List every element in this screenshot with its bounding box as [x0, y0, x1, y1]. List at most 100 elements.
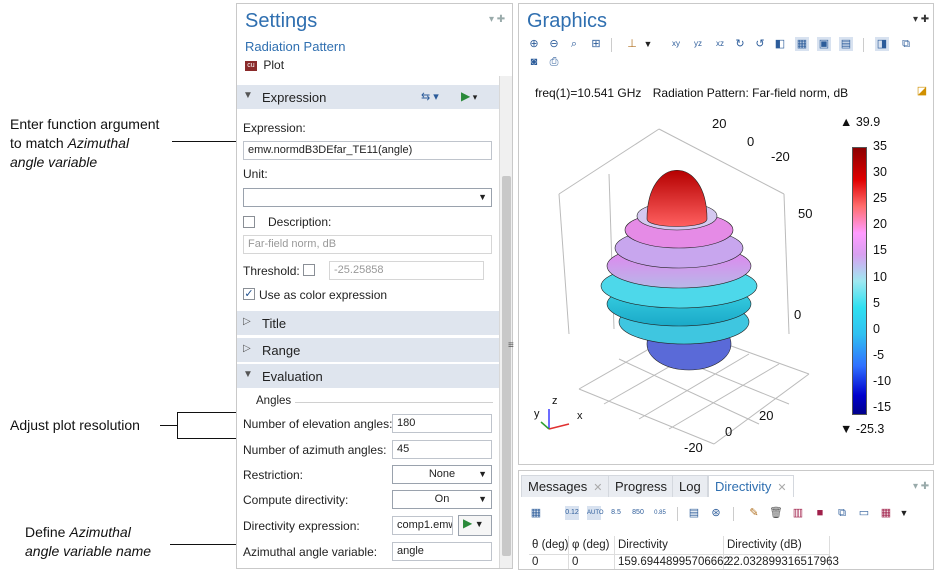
dropdown-arrow-icon: ▼	[478, 469, 487, 479]
view-xy-icon[interactable]: xy	[669, 37, 683, 51]
table-cell[interactable]: 22.032899316517963	[724, 555, 839, 569]
table-header[interactable]: θ (deg)	[529, 536, 569, 555]
azimuthal-variable-input[interactable]: angle	[392, 542, 492, 561]
tab-log[interactable]: Log	[672, 475, 708, 497]
print-icon[interactable]: ⎙	[547, 55, 561, 69]
show-grid-icon[interactable]: ◨	[875, 37, 889, 51]
zoom-out-icon[interactable]: ⊖	[547, 37, 561, 51]
description-input[interactable]: Far-field norm, dB	[243, 235, 492, 254]
annotation-line: to match Azimuthal	[10, 134, 159, 153]
description-checkbox[interactable]	[243, 216, 255, 228]
camera-icon[interactable]: ◙	[527, 55, 541, 69]
color-expression-checkbox[interactable]: ✓	[243, 288, 255, 300]
table-graph-icon[interactable]: ▦	[879, 506, 893, 520]
dropdown-arrow-icon: ▼	[478, 192, 487, 202]
zoom-extents-icon[interactable]: ⊞	[589, 37, 603, 51]
triad-z-label: z	[552, 395, 558, 407]
scientific-icon[interactable]: 8.5	[609, 506, 623, 520]
colorbar-min-label: ▼ -25.3	[840, 422, 885, 436]
stop-icon[interactable]: ■	[813, 506, 827, 520]
axis-tick: -20	[771, 149, 790, 164]
dropdown-arrow-icon: ▼	[478, 494, 487, 504]
zoom-in-icon[interactable]: ⊕	[527, 37, 541, 51]
engineering-icon[interactable]: 850	[631, 506, 645, 520]
table-header[interactable]: Directivity	[615, 536, 724, 555]
render-mode-icon[interactable]: ▤	[839, 37, 853, 51]
axis-orientation-icon[interactable]: ⊥	[625, 37, 639, 51]
compute-directivity-value: On	[434, 493, 450, 505]
caption-title: Radiation Pattern: Far-field norm, dB	[652, 86, 849, 100]
pin-icon[interactable]: ▾ ✚	[913, 481, 929, 492]
threshold-label: Threshold:	[243, 264, 300, 278]
brush-icon[interactable]: ✎	[747, 506, 761, 520]
graphics-panel: Graphics ▾ ✚ ⊕ ⊖ ⌕ ⊞ ⊥ ▼ xy yz xz ↻ ↺ ◧ …	[518, 3, 934, 465]
splitter-handle[interactable]: ≡	[508, 340, 514, 351]
leader-bracket	[177, 412, 178, 439]
annotation-emphasis: Azimuthal	[67, 135, 130, 151]
pin-icon[interactable]: ▾ ✚	[489, 14, 505, 25]
dropdown-arrow-icon[interactable]: ▼	[641, 37, 655, 51]
colorbar-tick-label: 30	[873, 165, 887, 180]
settings-scrollbar[interactable]	[499, 76, 512, 568]
close-icon[interactable]: ✕	[777, 482, 786, 494]
replace-expression-icon[interactable]: ⇆ ▾	[421, 90, 439, 103]
compute-directivity-select[interactable]: On ▼	[392, 490, 492, 509]
scene-light-icon[interactable]: ◧	[773, 37, 787, 51]
tab-progress[interactable]: Progress	[608, 475, 675, 497]
azimuth-angles-input[interactable]: 45	[392, 440, 492, 459]
restriction-label: Restriction:	[243, 468, 304, 482]
expression-input[interactable]: emw.normdB3DEfar_TE11(angle)	[243, 141, 492, 160]
palette-icon[interactable]: ◪	[915, 84, 929, 98]
table-cell[interactable]: 0	[569, 555, 615, 569]
window-icon[interactable]: ⧉	[899, 37, 913, 51]
unit-select[interactable]: ▼	[243, 188, 492, 207]
threshold-input[interactable]: -25.25858	[329, 261, 484, 280]
rotate-right-icon[interactable]: ↺	[753, 37, 767, 51]
threshold-checkbox[interactable]	[303, 264, 315, 276]
directivity-expression-input[interactable]: comp1.emw	[392, 516, 453, 535]
copy-icon[interactable]: ⧉	[835, 506, 849, 520]
insert-expression-icon[interactable]: ▶ ▾	[461, 89, 477, 103]
table-cell[interactable]: 159.69448995706662	[615, 555, 730, 569]
export-icon[interactable]: ▥	[791, 506, 805, 520]
section-evaluation[interactable]: ▼ Evaluation	[237, 364, 499, 388]
table-header[interactable]: φ (deg)	[569, 536, 615, 555]
full-precision-icon[interactable]: ▭	[857, 506, 871, 520]
transparency-icon[interactable]: ▣	[817, 37, 831, 51]
table-view-icon[interactable]: ▤	[687, 506, 701, 520]
annotation-line: Define Azimuthal	[25, 523, 151, 542]
table-cell[interactable]: 0	[529, 555, 569, 569]
close-icon[interactable]: ✕	[593, 482, 602, 494]
table-header[interactable]: Directivity (dB)	[724, 536, 830, 555]
zoom-box-icon[interactable]: ⌕	[567, 37, 581, 51]
colorbar-tick-label: 20	[873, 217, 887, 232]
table-layout-icon[interactable]: ▦	[529, 506, 543, 520]
description-label: Description:	[268, 215, 332, 229]
delete-icon[interactable]: 🗑	[769, 506, 783, 520]
section-expression[interactable]: ▼ Expression ⇆ ▾ ▶ ▾	[237, 85, 499, 109]
decimal-icon[interactable]: 0.85	[653, 506, 667, 520]
toolbar-separator	[677, 507, 678, 521]
tab-messages[interactable]: Messages ✕	[521, 475, 610, 497]
auto-precision-icon[interactable]: AUTO	[587, 506, 604, 520]
plot-button[interactable]: cu Plot	[245, 58, 284, 74]
precision-icon[interactable]: 0.12	[565, 506, 579, 520]
plot-label: Plot	[263, 58, 285, 72]
scrollbar-thumb[interactable]	[502, 176, 511, 556]
view-xz-icon[interactable]: xz	[713, 37, 727, 51]
directivity-insert-button[interactable]: ▶ ▼	[458, 515, 492, 536]
colorbar-tick-label: 10	[873, 269, 887, 284]
triad-x-label: x	[577, 410, 583, 422]
dropdown-arrow-icon[interactable]: ▼	[897, 506, 911, 520]
restriction-select[interactable]: None ▼	[392, 465, 492, 484]
section-range[interactable]: ▷ Range	[237, 338, 499, 362]
section-title[interactable]: ▷ Title	[237, 311, 499, 335]
elevation-angles-input[interactable]: 180	[392, 414, 492, 433]
wireframe-icon[interactable]: ▦	[795, 37, 809, 51]
toolbar-separator	[611, 38, 612, 52]
pin-icon[interactable]: ▾ ✚	[913, 14, 929, 25]
rotate-left-icon[interactable]: ↻	[733, 37, 747, 51]
tab-directivity[interactable]: Directivity ✕	[708, 475, 794, 497]
view-yz-icon[interactable]: yz	[691, 37, 705, 51]
grid-view-icon[interactable]: ⊛	[709, 506, 723, 520]
